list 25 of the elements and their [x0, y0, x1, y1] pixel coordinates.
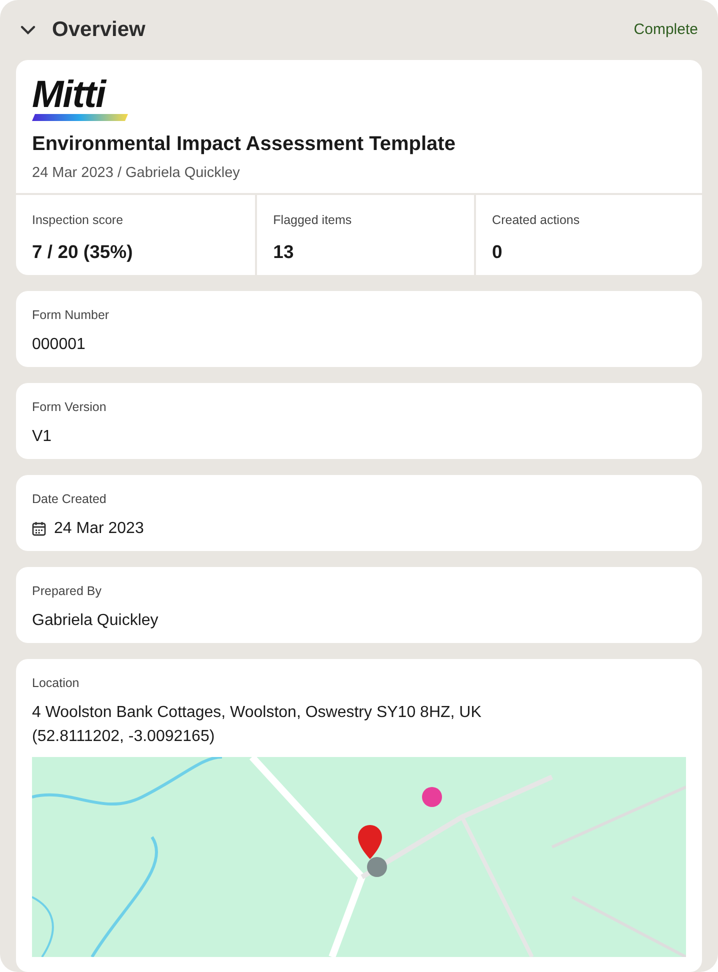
field-label: Location — [32, 674, 80, 692]
logo-text: Mitti — [32, 76, 108, 114]
coordinates-text: (52.8111202, -3.0092165) — [32, 726, 216, 746]
field-label: Date Created — [32, 490, 108, 508]
section-title: Overview — [52, 17, 146, 44]
status-label: Complete — [634, 20, 698, 40]
logo-swoosh-icon — [32, 114, 128, 121]
field-value: Gabriela Quickley — [32, 610, 160, 630]
stat-value: 13 — [273, 240, 295, 264]
field-value: 000001 — [32, 334, 86, 354]
field-label: Form Version — [32, 398, 108, 416]
stat-value: 7 / 20 (35%) — [32, 240, 134, 264]
stat-label: Flagged items — [273, 212, 353, 229]
report-title: Environmental Impact Assessment Template — [32, 132, 456, 157]
field-label: Form Number — [32, 306, 110, 324]
calendar-icon — [32, 521, 46, 536]
field-value: 4 Woolston Bank Cottages, Woolston, Oswestry SY10 8HZ, UK — [32, 702, 482, 722]
field-value: 24 Mar 2023 — [54, 518, 144, 538]
stat-label: Inspection score — [32, 212, 124, 229]
report-subtitle: 24 Mar 2023 / Gabriela Quickley — [32, 164, 241, 183]
stat-value: 0 — [492, 240, 504, 264]
field-value: V1 — [32, 426, 53, 446]
stat-label: Created actions — [492, 212, 581, 229]
chevron-icon[interactable] — [20, 25, 36, 35]
field-label: Prepared By — [32, 582, 102, 600]
